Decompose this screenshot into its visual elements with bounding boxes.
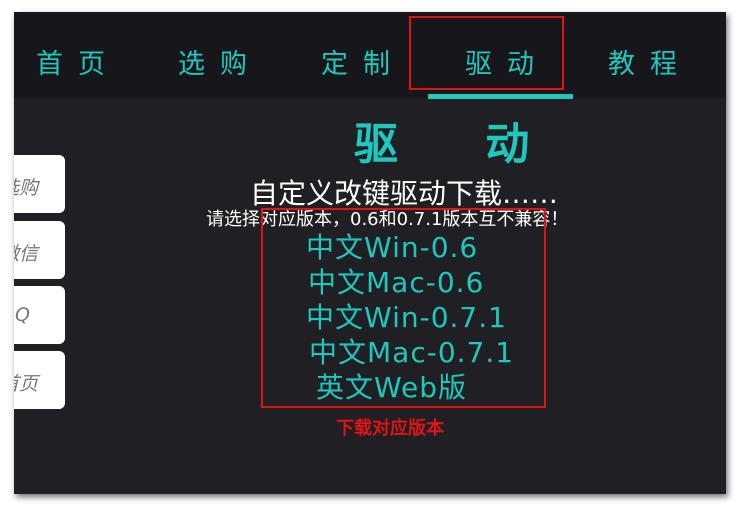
- sidebar-tab-shop[interactable]: 选购: [14, 155, 65, 213]
- sidebar-tab-label: QQ: [14, 304, 30, 326]
- nav-item-tutorial[interactable]: 教程: [608, 42, 692, 81]
- sidebar-tab-label: 选购: [14, 177, 39, 199]
- nav-item-shop[interactable]: 选购: [178, 42, 262, 81]
- sidebar-tab-wechat[interactable]: 微信: [14, 221, 65, 279]
- annotation-box-downloads: [261, 208, 546, 408]
- top-nav: 首页 选购 定制 驱动 教程: [14, 12, 726, 99]
- active-tab-indicator: [428, 94, 573, 99]
- nav-item-home[interactable]: 首页: [36, 42, 120, 81]
- annotation-box-nav: [409, 16, 564, 90]
- nav-item-custom[interactable]: 定制: [321, 42, 405, 81]
- sidebar-tab-label: 首页: [14, 373, 39, 395]
- sidebar-tab-home[interactable]: 首页: [14, 351, 65, 409]
- sidebar-tab-label: 微信: [14, 243, 39, 265]
- annotation-label: 下载对应版本: [336, 418, 444, 439]
- sidebar-tab-qq[interactable]: QQ: [14, 286, 65, 344]
- page-title: 驱 动: [354, 119, 566, 170]
